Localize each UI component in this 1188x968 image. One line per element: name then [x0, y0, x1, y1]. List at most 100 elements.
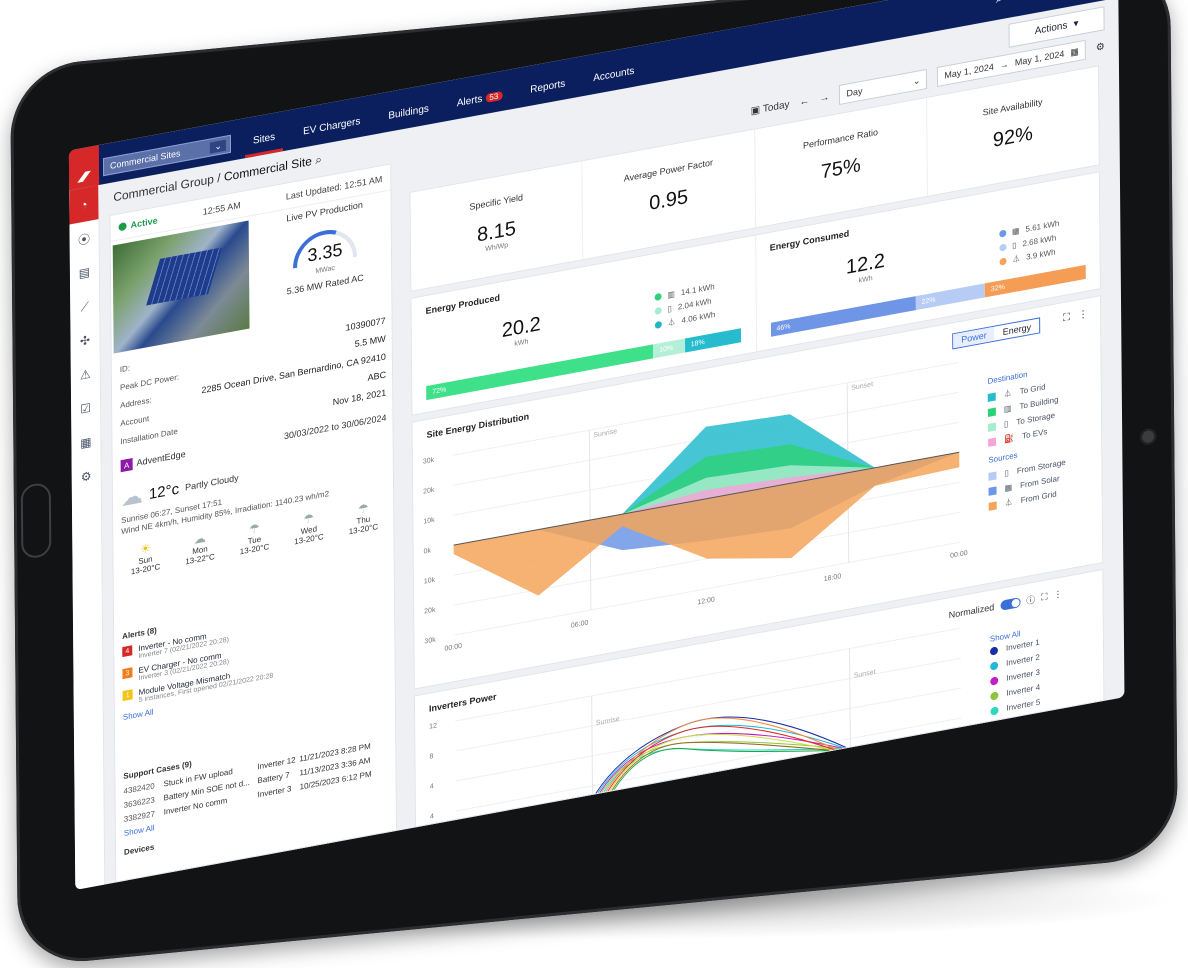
more-vert-icon[interactable]: ⋮	[1053, 588, 1062, 601]
x-tick-label: 18:00	[824, 573, 842, 583]
legend-dot	[990, 735, 999, 746]
tab-alerts-label: Alerts	[456, 93, 483, 110]
more-vert-icon[interactable]: ⋮	[1078, 308, 1088, 321]
toggle-energy[interactable]: Energy	[995, 318, 1040, 340]
toggle-power[interactable]: Power	[953, 326, 995, 349]
battery-icon: ▯	[667, 303, 672, 314]
brand-logo[interactable]	[68, 145, 100, 191]
check-icon	[118, 221, 127, 231]
grid-tower-icon: ⏃	[1012, 253, 1021, 264]
y-tick-label: 10k	[423, 517, 435, 526]
status-badge: Active	[118, 214, 158, 232]
case-device: Battery 7	[257, 770, 290, 786]
inverter-line	[599, 732, 842, 793]
site-select-value: Commercial Sites	[109, 148, 181, 171]
legend-inverter[interactable]: Inverter 9	[990, 754, 1045, 779]
legend-label: Inverter 8	[1006, 742, 1041, 758]
info-label: ID:	[119, 362, 131, 374]
alert-count-badge: 53	[485, 90, 503, 103]
caret-down-icon: ▾	[1073, 17, 1079, 30]
legend-dot	[654, 292, 662, 301]
produced-legend: ▥ 14.1 kWh ▯ 2.04 kWh ⏃ 4.06 kWh	[654, 279, 715, 332]
status-text: Active	[130, 214, 158, 230]
legend-dot	[999, 242, 1007, 252]
settings-icon[interactable]: ⚙	[1096, 41, 1105, 54]
legend-label: From Grid	[1020, 489, 1057, 506]
toggle-switch[interactable]	[1000, 596, 1021, 611]
legend-inverter[interactable]: Inverter 8	[990, 739, 1045, 764]
expand-icon[interactable]: ⛶	[1063, 312, 1070, 324]
site-photo[interactable]	[112, 220, 250, 354]
ev-icon: ⛽	[1004, 433, 1015, 444]
y-tick-label: 30k	[424, 636, 436, 645]
advent-name[interactable]: AdventEdge	[137, 449, 186, 468]
expand-icon[interactable]: ⛶	[1041, 591, 1047, 603]
site-select[interactable]: Commercial Sites ⌄	[102, 134, 232, 177]
gridline	[455, 657, 962, 752]
tab-ev-chargers[interactable]: EV Chargers	[289, 113, 374, 150]
date-to: May 1, 2024	[1014, 48, 1065, 68]
annotation: Sunrise	[593, 428, 617, 439]
legend-inverter[interactable]: Inverter 7	[990, 724, 1045, 749]
dashboard-icon[interactable]: ◔	[69, 185, 99, 225]
legend-dot	[999, 256, 1007, 266]
settings-icon[interactable]: ⚙	[72, 457, 101, 496]
calendar-icon[interactable]: ▤	[70, 253, 99, 292]
consumed-total: 12.2 kWh	[846, 250, 885, 287]
y-tick-label: 4	[430, 783, 434, 791]
forecast-temp: 13-20°C	[294, 532, 324, 547]
advent-name-wrap: A AdventEdge	[120, 448, 186, 473]
search-icon[interactable]: ⌕	[996, 0, 1003, 7]
marker-line	[849, 648, 851, 747]
last-updated-label: Last Updated:	[285, 180, 342, 202]
tab-alerts[interactable]: Alerts 53	[443, 87, 517, 121]
camera-lens	[1140, 427, 1157, 446]
prev-arrow-icon[interactable]: ←	[799, 95, 809, 108]
consumed-legend: ▦ 5.61 kWh ▯ 2.68 kWh ⏃ 3.9 kWh	[998, 216, 1060, 269]
info-icon[interactable]: ⓘ	[1026, 592, 1035, 607]
annotation: Sunset	[851, 381, 873, 392]
tab-accounts[interactable]: Accounts	[579, 63, 648, 97]
y-tick-label: 4	[430, 813, 434, 821]
warning-icon[interactable]: ⚠	[71, 355, 100, 394]
legend-swatch	[987, 392, 996, 402]
search-icon[interactable]: ⌕	[315, 152, 322, 167]
network-icon[interactable]: ✣	[70, 321, 99, 360]
marker-line	[591, 695, 594, 794]
tab-reports[interactable]: Reports	[516, 76, 579, 109]
report-icon[interactable]: ▦	[71, 423, 100, 462]
legend-swatch	[988, 500, 997, 511]
home-button[interactable]	[20, 482, 52, 560]
checklist-icon[interactable]: ☑	[71, 389, 100, 428]
bar-segment: 32%	[984, 264, 1086, 298]
forecast-day: ☂ Thu 13-20°C	[339, 497, 387, 538]
legend-value: 3.9 kWh	[1026, 246, 1056, 262]
info-label: Account	[120, 413, 150, 428]
live-pv-box: Live PV Production 3.35 MWac 5.36 MW Rat…	[261, 195, 390, 326]
bar-segment: 46%	[770, 296, 916, 337]
advent-logo: A	[120, 458, 133, 473]
signal-icon[interactable]: ⦿	[70, 219, 99, 258]
tab-buildings[interactable]: Buildings	[374, 101, 443, 135]
trend-icon[interactable]: ⟋	[70, 287, 99, 326]
normalized-toggle[interactable]: Normalized ⓘ ⛶ ⋮	[949, 587, 1063, 621]
tab-sites[interactable]: Sites	[239, 129, 289, 159]
y-tick-label: 30k	[423, 457, 435, 466]
today-button[interactable]: ▣ Today	[751, 99, 790, 117]
normalized-label: Normalized	[948, 601, 995, 620]
help-icon[interactable]: ?	[1018, 0, 1025, 3]
y-tick-label: 20k	[424, 607, 436, 616]
power-energy-toggle: Power Energy	[952, 317, 1041, 350]
legend-dot	[990, 765, 1000, 776]
date-arrow: →	[999, 58, 1009, 71]
legend-inverter[interactable]: Inverter 10	[991, 769, 1045, 794]
legend-swatch	[987, 406, 996, 417]
inverter-line	[603, 748, 838, 793]
bar-segment: 18%	[684, 328, 742, 353]
legend-swatch	[988, 436, 997, 447]
actions-label: Actions	[1034, 19, 1068, 37]
next-arrow-icon[interactable]: →	[819, 91, 829, 104]
legend-label: To EVs	[1022, 427, 1048, 441]
legend-label: Inverter 10	[1007, 771, 1046, 788]
case-id: 3636223	[123, 795, 155, 810]
